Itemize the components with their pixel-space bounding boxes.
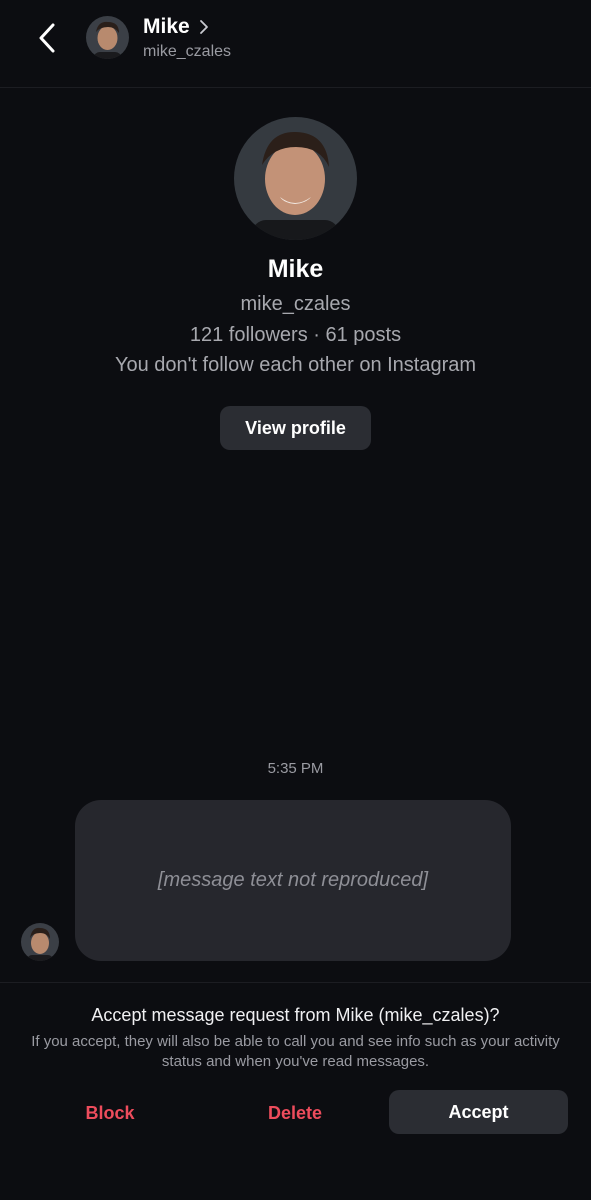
chevron-left-icon <box>39 23 55 53</box>
received-message-bubble[interactable]: [message text not reproduced] <box>75 800 511 961</box>
avatar[interactable] <box>86 16 129 59</box>
message-text: [message text not reproduced] <box>157 869 429 891</box>
message-request-bar: Accept message request from Mike (mike_c… <box>0 982 591 1200</box>
header-username: mike_czales <box>143 43 232 60</box>
accept-button[interactable]: Accept <box>389 1090 568 1134</box>
chat-header: Mike mike_czales <box>0 0 591 88</box>
profile-username: mike_czales <box>240 293 351 315</box>
request-title: Accept message request from Mike (mike_c… <box>91 1005 500 1025</box>
back-button[interactable] <box>30 20 66 56</box>
profile-stats: 121 followers · 61 posts <box>189 324 402 346</box>
view-profile-button[interactable]: View profile <box>220 406 371 450</box>
block-button[interactable]: Block <box>60 1091 160 1135</box>
chevron-right-icon <box>199 20 208 34</box>
message-timestamp: 5:35 PM <box>267 760 324 777</box>
sender-avatar[interactable] <box>21 923 59 961</box>
follow-relation-text: You don't follow each other on Instagram <box>114 354 477 376</box>
profile-avatar[interactable] <box>234 117 357 240</box>
header-profile-link[interactable]: Mike <box>143 15 210 39</box>
header-name: Mike <box>143 15 190 38</box>
direct-message-request-screen: Mike mike_czales Mike mike_czales 121 fo… <box>0 0 591 1200</box>
profile-name: Mike <box>267 255 324 283</box>
delete-button[interactable]: Delete <box>245 1091 345 1135</box>
request-info-text: If you accept, they will also be able to… <box>31 1033 560 1070</box>
